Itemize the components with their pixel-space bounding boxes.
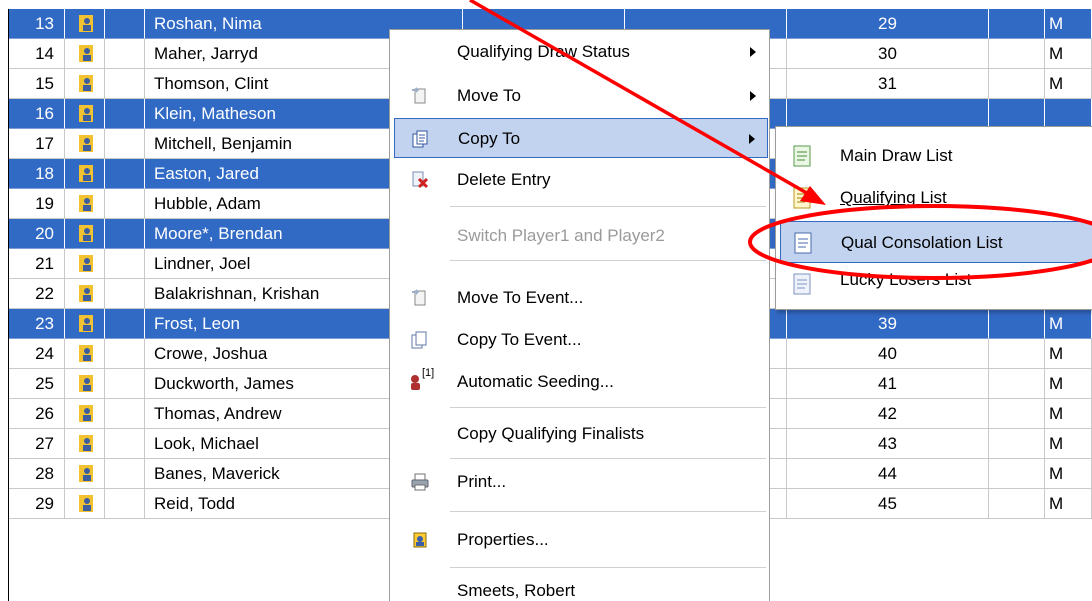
annotation-overlay [469, 0, 1092, 280]
annotation-ellipse [748, 204, 1092, 280]
annotation-arrow [469, 0, 813, 198]
screen: 13 Roshan, Nima 29 M 14 Maher, Jarryd 30 M 15 Tho… [0, 0, 1092, 601]
annotation-arrowhead-icon [800, 186, 826, 205]
